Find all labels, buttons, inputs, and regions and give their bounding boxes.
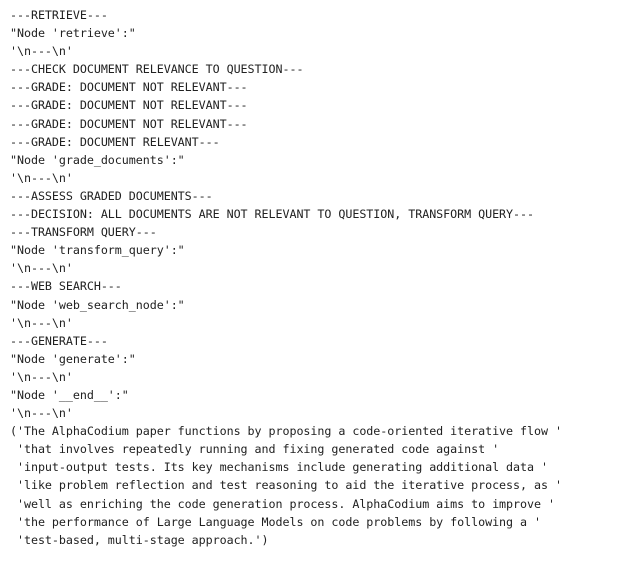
output-line-node-transform-query: "Node 'transform_query':" [10,243,185,258]
output-line-check-relevance: ---CHECK DOCUMENT RELEVANCE TO QUESTION-… [10,62,304,77]
output-line-assess-graded: ---ASSESS GRADED DOCUMENTS--- [10,188,213,203]
output-line-node-end: "Node '__end__':" [10,387,129,402]
output-line-node-retrieve: "Node 'retrieve':" [10,26,136,41]
output-line-node-generate: "Node 'generate':" [10,351,136,366]
output-line-transform-query-header: ---TRANSFORM QUERY--- [10,225,157,240]
output-line-answer: 'test-based, multi-stage approach.') [10,532,269,547]
output-line-grade-relevant: ---GRADE: DOCUMENT RELEVANT--- [10,134,220,149]
output-line-separator: '\n---\n' [10,369,73,384]
output-line-decision: ---DECISION: ALL DOCUMENTS ARE NOT RELEV… [10,207,534,222]
output-line-answer: 'well as enriching the code generation p… [10,496,555,511]
output-line-generate-header: ---GENERATE--- [10,333,108,348]
output-line-answer: 'like problem reflection and test reason… [10,478,562,493]
output-line-separator: '\n---\n' [10,44,73,59]
output-line-node-web-search: "Node 'web_search_node':" [10,297,185,312]
output-line-answer: 'input-output tests. Its key mechanisms … [10,460,548,475]
output-line-separator: '\n---\n' [10,170,73,185]
output-line-answer: ('The AlphaCodium paper functions by pro… [10,424,562,439]
output-line-separator: '\n---\n' [10,315,73,330]
output-line-answer: 'the performance of Large Language Model… [10,514,541,529]
output-line-separator: '\n---\n' [10,406,73,421]
output-line-grade-not-relevant: ---GRADE: DOCUMENT NOT RELEVANT--- [10,80,248,95]
output-line-grade-not-relevant: ---GRADE: DOCUMENT NOT RELEVANT--- [10,98,248,113]
output-line-answer: 'that involves repeatedly running and fi… [10,442,500,457]
output-line-retrieve-header: ---RETRIEVE--- [10,8,108,22]
output-line-separator: '\n---\n' [10,261,73,276]
output-line-web-search-header: ---WEB SEARCH--- [10,279,122,294]
output-line-node-grade-documents: "Node 'grade_documents':" [10,152,185,167]
cell-output: ---RETRIEVE--- "Node 'retrieve':" '\n---… [0,0,637,564]
output-line-grade-not-relevant: ---GRADE: DOCUMENT NOT RELEVANT--- [10,116,248,131]
